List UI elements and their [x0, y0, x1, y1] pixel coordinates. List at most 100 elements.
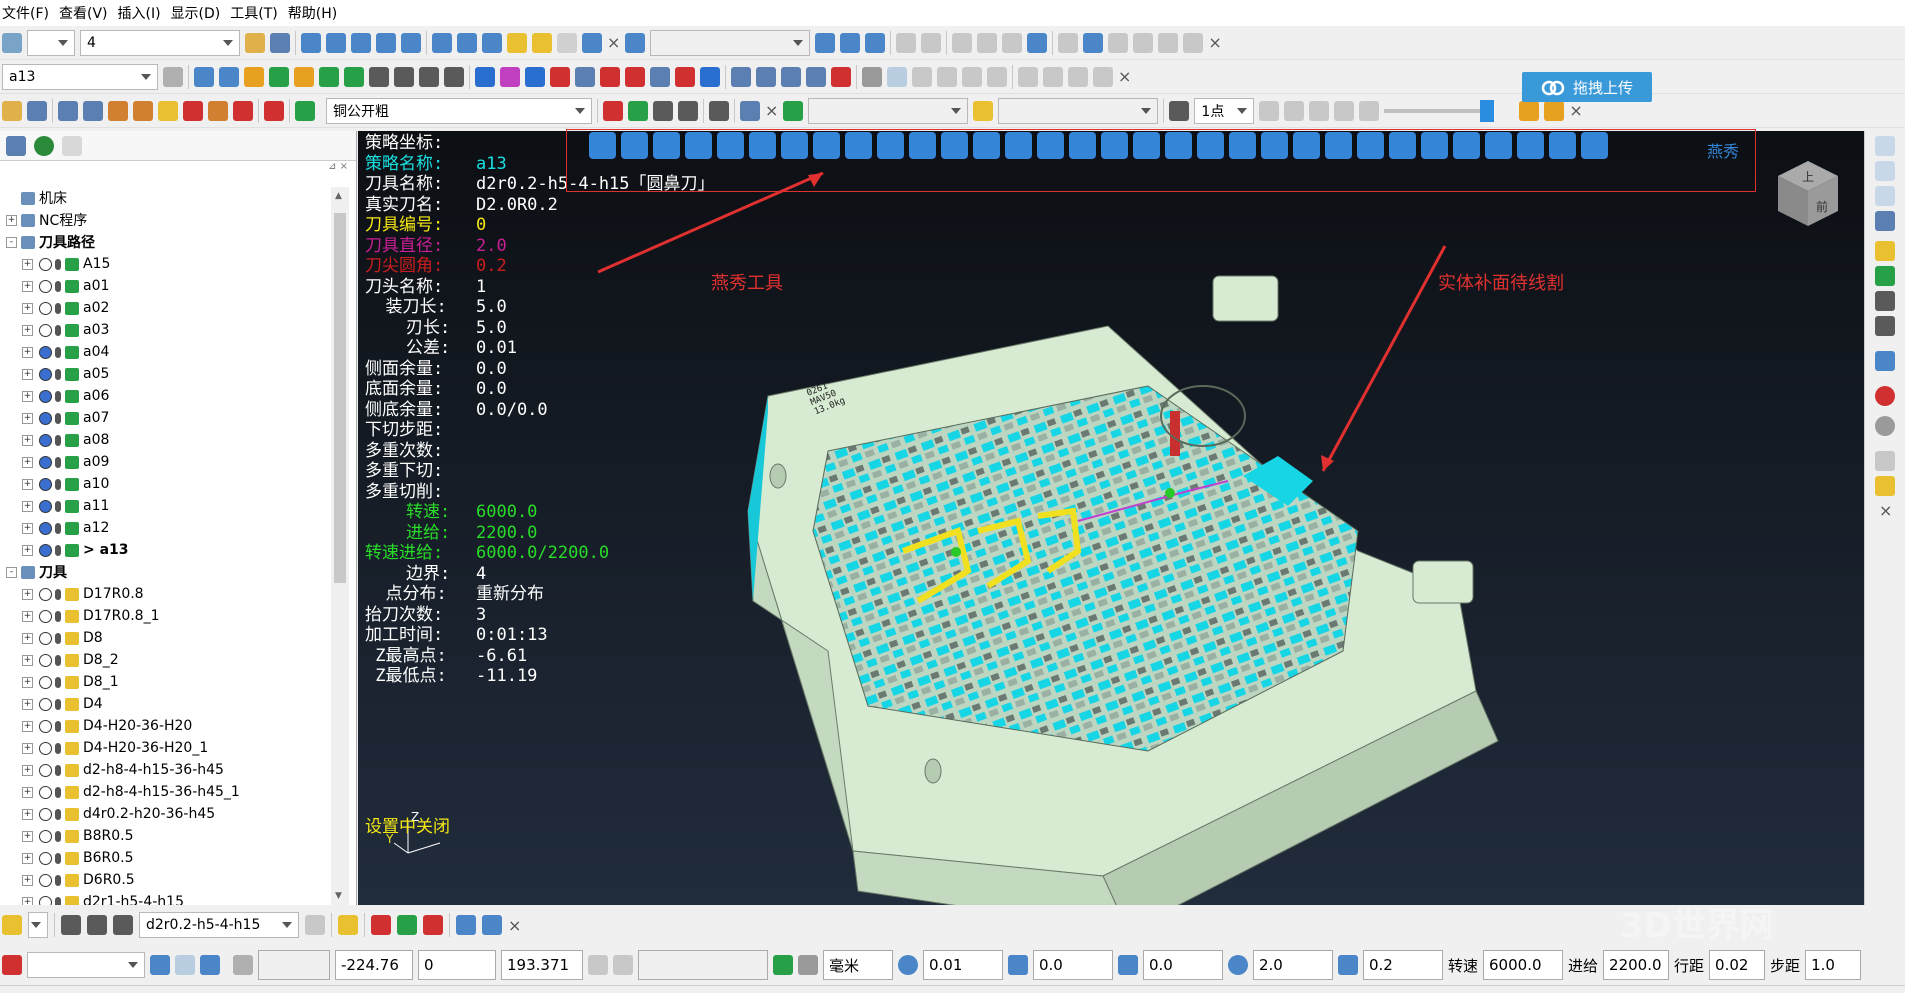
- hand-icon[interactable]: [973, 100, 994, 121]
- batch-icon[interactable]: [678, 100, 698, 121]
- open-folder-icon[interactable]: [245, 32, 265, 53]
- light-bulb-icon[interactable]: [55, 302, 61, 314]
- light-bulb-icon[interactable]: [55, 412, 61, 424]
- pointer-icon[interactable]: [1875, 451, 1895, 471]
- light-bulb-icon[interactable]: [55, 434, 61, 446]
- toolpath-select[interactable]: a13: [2, 63, 158, 90]
- expand-icon[interactable]: +: [22, 368, 33, 380]
- area-clear-icon[interactable]: [319, 66, 339, 87]
- snap3-icon[interactable]: [200, 955, 220, 975]
- layers-icon[interactable]: [1165, 132, 1192, 159]
- feeds-icon[interactable]: [371, 915, 391, 935]
- tree-item[interactable]: + d4r0.2-h20-36-h45: [0, 803, 330, 825]
- electrode-icon[interactable]: [158, 100, 178, 121]
- slider-thumb[interactable]: [1480, 99, 1495, 122]
- tree-item[interactable]: + a10: [0, 473, 330, 495]
- wire-icon[interactable]: [887, 66, 907, 87]
- zoom-icon[interactable]: [1875, 241, 1895, 261]
- expand-icon[interactable]: +: [22, 852, 33, 864]
- report-icon[interactable]: [1261, 132, 1288, 159]
- graphics-viewport[interactable]: 0261 MAV50 13.0kg Z Y 上 前 策略坐标: 策略名称: a13 刀…: [358, 131, 1864, 905]
- block-icon[interactable]: [269, 66, 289, 87]
- tree-item[interactable]: - 刀具路径: [0, 231, 330, 253]
- tolerance-field[interactable]: 0.01: [923, 950, 1003, 980]
- light-bulb-icon[interactable]: [55, 588, 61, 600]
- upload-button[interactable]: 拖拽上传: [1522, 72, 1652, 102]
- corner-field[interactable]: 0.2: [1363, 950, 1443, 980]
- template2-icon[interactable]: [783, 100, 804, 121]
- tree-scrollbar[interactable]: ▲ ▼: [331, 187, 349, 905]
- link-icon[interactable]: [575, 66, 595, 87]
- tree-item[interactable]: + d2-h8-4-h15-36-h45: [0, 759, 330, 781]
- measure-icon[interactable]: [613, 955, 633, 975]
- shade-icon[interactable]: [862, 66, 882, 87]
- light-bulb-icon[interactable]: [55, 830, 61, 842]
- tree-item[interactable]: + B6R0.5: [0, 847, 330, 869]
- wave2-icon[interactable]: [525, 66, 545, 87]
- view-cube[interactable]: 上 前: [1778, 161, 1838, 226]
- boundary-icon[interactable]: [326, 32, 346, 53]
- tree-item[interactable]: + D4-H20-36-H20_1: [0, 737, 330, 759]
- menu-view[interactable]: 查看(V): [59, 3, 108, 23]
- gouge-icon[interactable]: [781, 66, 801, 87]
- fixture-icon[interactable]: [625, 32, 646, 53]
- number-icon[interactable]: [1229, 132, 1256, 159]
- trim-icon[interactable]: [625, 66, 645, 87]
- expand-icon[interactable]: +: [22, 280, 33, 292]
- tree-item[interactable]: + a01: [0, 275, 330, 297]
- ballmill-icon[interactable]: [87, 915, 107, 935]
- slice-icon[interactable]: [650, 66, 670, 87]
- endmill-icon[interactable]: [61, 915, 81, 935]
- stock-icon[interactable]: [806, 66, 826, 87]
- layers-icon[interactable]: [2, 32, 22, 53]
- select-icon[interactable]: [1875, 476, 1895, 496]
- folder-open-icon[interactable]: [589, 132, 616, 159]
- finish-icon[interactable]: [344, 66, 364, 87]
- tree-item[interactable]: + D17R0.8: [0, 583, 330, 605]
- save-icon[interactable]: [270, 32, 290, 53]
- cube-icon[interactable]: [83, 100, 103, 121]
- light-bulb-icon[interactable]: [55, 852, 61, 864]
- expand-icon[interactable]: +: [22, 632, 33, 644]
- grid-icon[interactable]: [781, 132, 808, 159]
- axis-icon[interactable]: [749, 132, 776, 159]
- book-icon[interactable]: [813, 132, 840, 159]
- z-coord-field[interactable]: 193.371: [501, 950, 583, 980]
- light-bulb-icon[interactable]: [55, 324, 61, 336]
- x3-tool-icon[interactable]: [482, 915, 502, 935]
- light-bulb-icon[interactable]: [55, 522, 61, 534]
- expand-icon[interactable]: +: [22, 456, 33, 468]
- calc2-icon[interactable]: [588, 955, 608, 975]
- close-icon[interactable]: ×: [508, 916, 521, 935]
- menu-file[interactable]: 文件(F): [2, 3, 49, 23]
- refresh-icon[interactable]: [1875, 266, 1895, 286]
- expand-icon[interactable]: +: [22, 808, 33, 820]
- timer-icon[interactable]: [419, 66, 439, 87]
- arrows-icon[interactable]: [877, 132, 904, 159]
- export-icon[interactable]: [717, 132, 744, 159]
- tree-scroll-thumb[interactable]: [334, 213, 346, 583]
- pencil-icon[interactable]: [456, 915, 476, 935]
- document-icon[interactable]: [973, 132, 1000, 159]
- rotate-icon[interactable]: [685, 132, 712, 159]
- calculator-icon[interactable]: [1517, 132, 1544, 159]
- expand-icon[interactable]: -: [6, 566, 17, 578]
- text-icon[interactable]: [1101, 132, 1128, 159]
- light-bulb-icon[interactable]: [55, 544, 61, 556]
- tool-list-icon[interactable]: [2, 915, 22, 935]
- clock-icon[interactable]: [482, 32, 502, 53]
- expand-icon[interactable]: +: [22, 676, 33, 688]
- chain-icon[interactable]: [219, 66, 239, 87]
- light-bulb-icon[interactable]: [55, 808, 61, 820]
- tree-item[interactable]: + a05: [0, 363, 330, 385]
- close-icon[interactable]: ×: [1879, 501, 1892, 520]
- report-icon[interactable]: [1519, 100, 1540, 121]
- diameter-field[interactable]: 2.0: [1253, 950, 1333, 980]
- machine-icon[interactable]: [740, 100, 760, 121]
- view-front-icon[interactable]: [1875, 186, 1895, 206]
- excel-icon[interactable]: [1293, 132, 1320, 159]
- drill-icon[interactable]: [244, 66, 264, 87]
- active-tool-select[interactable]: d2r0.2-h5-4-h15: [139, 912, 299, 938]
- expand-icon[interactable]: -: [6, 236, 17, 248]
- shade-view-icon[interactable]: [1875, 351, 1895, 371]
